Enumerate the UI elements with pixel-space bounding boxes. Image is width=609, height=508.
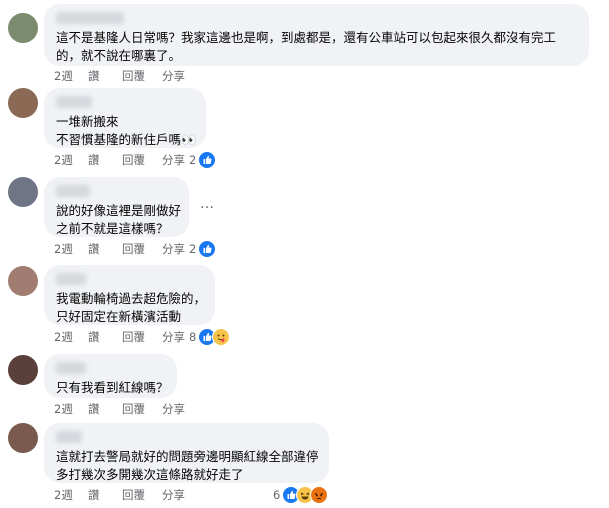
reaction-summary[interactable]: 2 <box>189 240 217 258</box>
comment-text-line: 我電動輪椅過去超危險的， <box>56 291 207 306</box>
reaction-count: 8 <box>189 330 197 344</box>
comment-text-line: 不習慣基隆的新住戶嗎👀 <box>56 132 197 147</box>
like-button[interactable]: 讚 <box>88 487 122 503</box>
timestamp-link[interactable]: 2週 <box>54 68 88 84</box>
reply-button[interactable]: 回覆 <box>122 152 162 168</box>
comment-bubble: 這不是基隆人日常嗎？我家這邊也是啊，到處都是，還有公車站可以包起來很久都沒有完工… <box>44 4 589 66</box>
reaction-summary[interactable]: 6 <box>273 486 329 504</box>
share-button[interactable]: 分享 <box>162 487 202 503</box>
timestamp-link[interactable]: 2週 <box>54 487 88 503</box>
comment-actions: 2週 讚 回覆 分享 <box>54 68 202 84</box>
comment-bubble: 說的好像這裡是剛做好 之前不就是這樣嗎？ <box>44 177 189 237</box>
timestamp-link[interactable]: 2週 <box>54 152 88 168</box>
comment-actions: 2週 讚 回覆 分享 <box>54 241 202 257</box>
avatar[interactable] <box>8 88 38 118</box>
reaction-count: 6 <box>273 488 281 502</box>
like-button[interactable]: 讚 <box>88 401 122 417</box>
author-name-blurred[interactable] <box>56 185 90 197</box>
comment-text-line: 之前不就是這樣嗎？ <box>56 221 169 236</box>
more-options-button[interactable]: … <box>200 196 215 212</box>
angry-icon <box>310 486 329 504</box>
comment-bubble: 這就打去警局就好的問題旁邊明顯紅線全部違停 多打幾次多開幾次這條路就好走了 <box>44 423 329 483</box>
like-icon <box>198 151 217 169</box>
share-button[interactable]: 分享 <box>162 68 202 84</box>
care-icon <box>212 328 231 346</box>
comment-bubble: 只有我看到紅線嗎？ <box>44 354 177 398</box>
avatar[interactable] <box>8 13 38 43</box>
author-name-blurred[interactable] <box>56 96 92 108</box>
like-button[interactable]: 讚 <box>88 241 122 257</box>
avatar[interactable] <box>8 177 38 207</box>
comment-actions: 2週 讚 回覆 分享 <box>54 329 202 345</box>
reply-button[interactable]: 回覆 <box>122 241 162 257</box>
comment-text-line: 說的好像這裡是剛做好 <box>56 203 182 218</box>
comment-text-line: 只有我看到紅線嗎？ <box>56 380 169 395</box>
author-name-blurred[interactable] <box>56 12 124 24</box>
comment-text-line: 的，就不說在哪裏了。 <box>56 48 182 63</box>
like-icon <box>198 240 217 258</box>
reply-button[interactable]: 回覆 <box>122 68 162 84</box>
author-name-blurred[interactable] <box>56 431 82 443</box>
comment-bubble: 我電動輪椅過去超危險的， 只好固定在新橫濱活動 <box>44 265 215 325</box>
comment-bubble: 一堆新搬來 不習慣基隆的新住戶嗎👀 <box>44 88 206 148</box>
comment-actions: 2週 讚 回覆 分享 <box>54 152 202 168</box>
timestamp-link[interactable]: 2週 <box>54 241 88 257</box>
reaction-count: 2 <box>189 153 197 167</box>
author-name-blurred[interactable] <box>56 362 86 374</box>
reply-button[interactable]: 回覆 <box>122 329 162 345</box>
comment-text-line: 這不是基隆人日常嗎？我家這邊也是啊，到處都是，還有公車站可以包起來很久都沒有完工 <box>56 30 557 45</box>
reaction-count: 2 <box>189 242 197 256</box>
author-name-blurred[interactable] <box>56 273 86 285</box>
comment-text-line: 一堆新搬來 <box>56 114 119 129</box>
reply-button[interactable]: 回覆 <box>122 487 162 503</box>
reaction-summary[interactable]: 2 <box>189 151 217 169</box>
comment-actions: 2週 讚 回覆 分享 <box>54 487 202 503</box>
like-button[interactable]: 讚 <box>88 329 122 345</box>
comment-text-line: 這就打去警局就好的問題旁邊明顯紅線全部違停 <box>56 449 319 464</box>
like-button[interactable]: 讚 <box>88 68 122 84</box>
comment-text-line: 多打幾次多開幾次這條路就好走了 <box>56 467 244 482</box>
avatar[interactable] <box>8 355 38 385</box>
like-button[interactable]: 讚 <box>88 152 122 168</box>
comment-actions: 2週 讚 回覆 分享 <box>54 401 202 417</box>
share-button[interactable]: 分享 <box>162 401 202 417</box>
timestamp-link[interactable]: 2週 <box>54 401 88 417</box>
reaction-summary[interactable]: 8 <box>189 328 231 346</box>
avatar[interactable] <box>8 423 38 453</box>
avatar[interactable] <box>8 266 38 296</box>
reply-button[interactable]: 回覆 <box>122 401 162 417</box>
timestamp-link[interactable]: 2週 <box>54 329 88 345</box>
comment-text-line: 只好固定在新橫濱活動 <box>56 309 182 324</box>
